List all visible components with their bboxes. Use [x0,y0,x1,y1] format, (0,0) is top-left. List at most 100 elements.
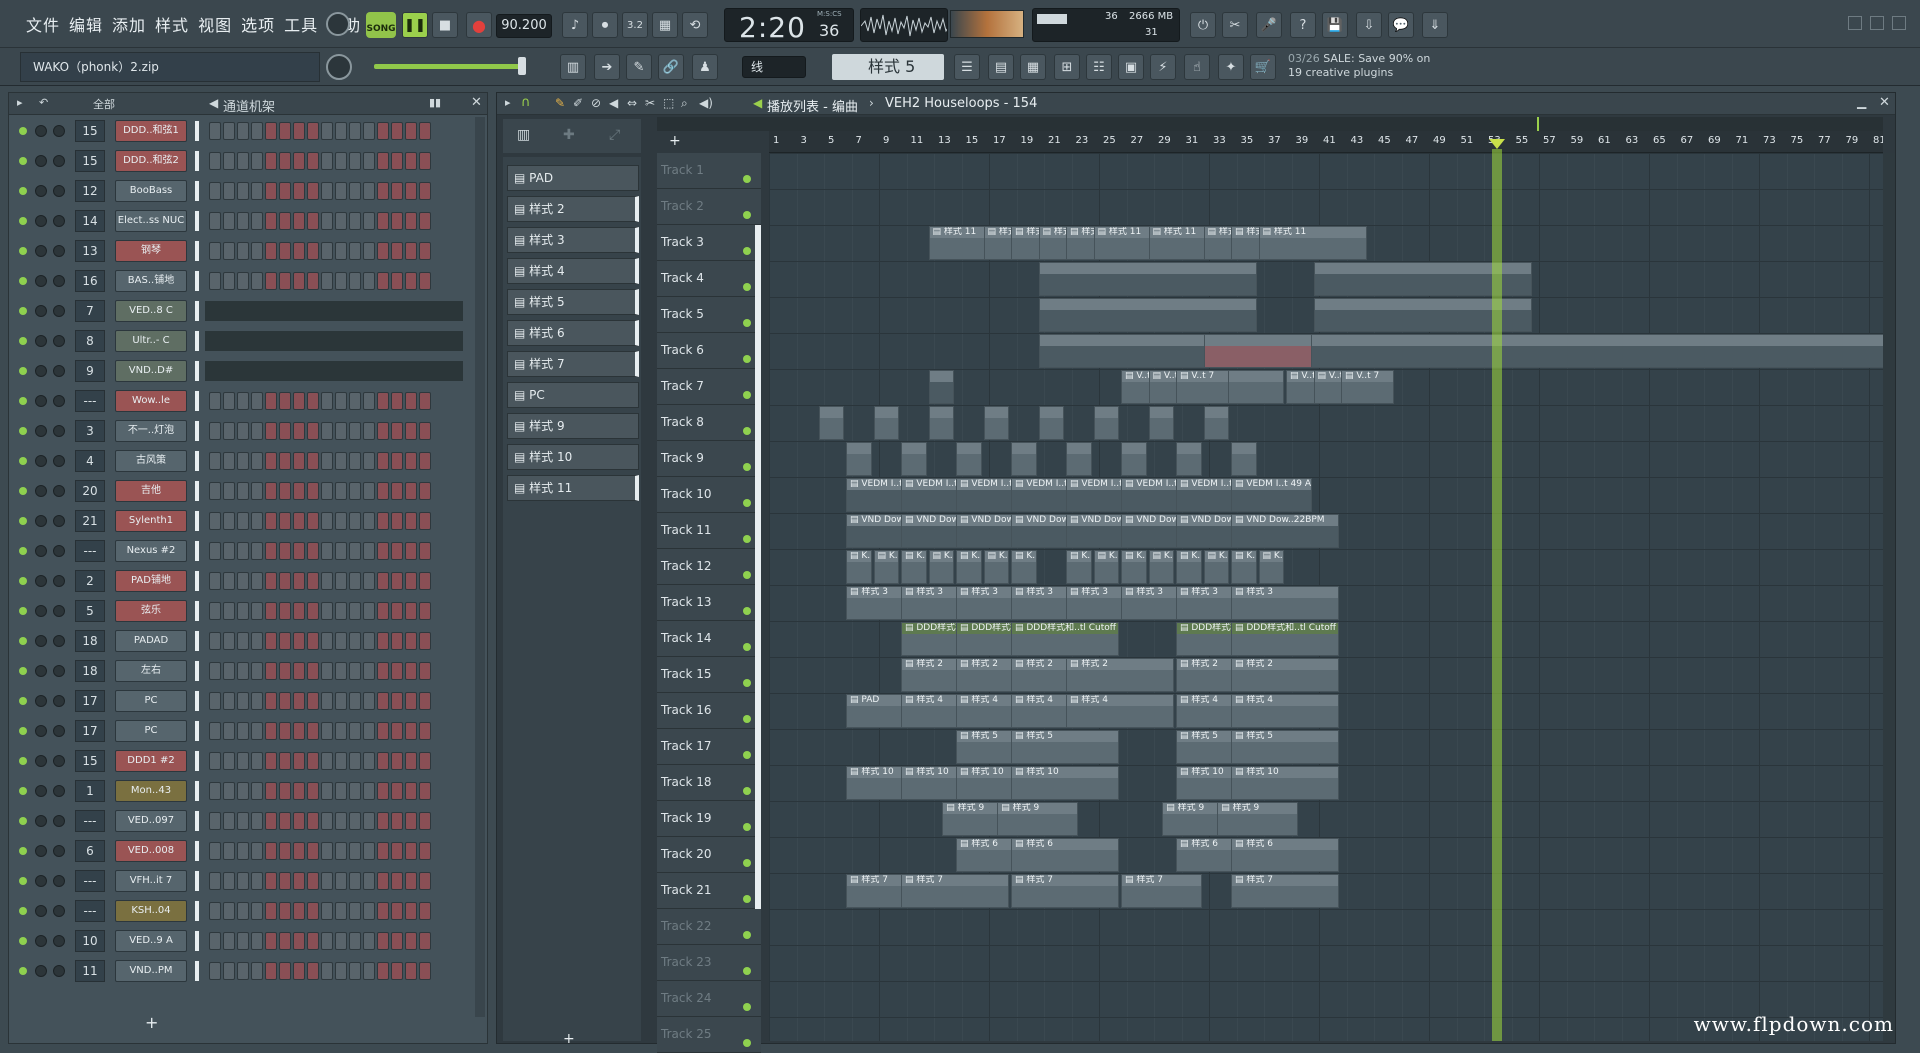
save-icon[interactable]: 💾 [1322,12,1348,38]
channel-row[interactable]: 15DDD..和弦2 [9,149,477,173]
step-button[interactable] [223,182,235,200]
step-button[interactable] [209,722,221,740]
playlist-clip[interactable]: ▤ 样式 5 [1231,730,1339,764]
step-button[interactable] [237,422,249,440]
step-button[interactable] [307,242,319,260]
step-button[interactable] [265,812,277,830]
channel-pan-knob[interactable] [53,605,65,617]
channel-select-indicator[interactable] [195,631,199,651]
step-button[interactable] [223,902,235,920]
step-button[interactable] [251,872,263,890]
channel-pan-knob[interactable] [53,185,65,197]
countdown-icon[interactable]: 3.2 [622,12,648,38]
step-button[interactable] [377,872,389,890]
track-mute-led[interactable] [743,607,751,615]
step-button[interactable] [405,272,417,290]
step-button[interactable] [419,842,431,860]
playlist-minimize-icon[interactable]: ▁ [1857,95,1866,109]
playlist-clip[interactable]: ▤ VEDM I..t 49 A [1231,478,1312,512]
channel-row[interactable]: ---KSH..04 [9,899,477,923]
step-button[interactable] [363,842,375,860]
channel-mixer-track[interactable]: --- [75,540,105,562]
channel-name-button[interactable]: DDD..和弦2 [115,150,187,172]
stamp-icon[interactable]: ♟ [692,54,718,80]
step-button[interactable] [405,242,417,260]
step-button[interactable] [391,932,403,950]
track-header[interactable]: Track 2 [657,189,761,225]
step-button[interactable] [391,542,403,560]
step-button[interactable] [419,902,431,920]
channel-row[interactable]: 14Elect..ss NUC [9,209,477,233]
step-button[interactable] [251,692,263,710]
track-mute-led[interactable] [743,751,751,759]
step-button[interactable] [377,722,389,740]
channel-select-indicator[interactable] [195,451,199,471]
step-button[interactable] [307,272,319,290]
step-button[interactable] [363,542,375,560]
step-button[interactable] [279,212,291,230]
step-button[interactable] [223,842,235,860]
step-button[interactable] [419,782,431,800]
panic-icon[interactable]: ⏻ [1190,12,1216,38]
channel-mute-led[interactable] [19,757,27,765]
playlist-clip[interactable] [929,370,955,404]
step-button[interactable] [349,812,361,830]
step-button[interactable] [405,842,417,860]
channel-mixer-track[interactable]: --- [75,390,105,412]
step-button[interactable] [293,212,305,230]
playlist-clip[interactable]: ▤ 样式 9 [1217,802,1298,836]
step-button[interactable] [223,962,235,980]
step-button[interactable] [293,782,305,800]
playlist-clip[interactable]: ▤ 样式 10 [1011,766,1119,800]
channel-name-button[interactable]: VED..008 [115,840,187,862]
step-button[interactable] [405,752,417,770]
step-button[interactable] [209,272,221,290]
track-header[interactable]: Track 3 [657,225,761,261]
step-button[interactable] [377,572,389,590]
channel-pan-knob[interactable] [53,275,65,287]
channel-row[interactable]: 15DDD..和弦1 [9,119,477,143]
channel-name-button[interactable]: VFH..it 7 [115,870,187,892]
channel-name-button[interactable]: VND..PM [115,960,187,982]
channel-pan-knob[interactable] [53,545,65,557]
add-pattern-button[interactable]: + [563,1031,575,1047]
channel-mute-led[interactable] [19,337,27,345]
close-window-icon[interactable] [1892,16,1906,30]
step-button[interactable] [209,212,221,230]
step-button[interactable] [377,932,389,950]
step-button[interactable] [237,452,249,470]
step-button[interactable] [363,692,375,710]
channel-pan-knob[interactable] [53,815,65,827]
step-button[interactable] [391,572,403,590]
step-button[interactable] [363,122,375,140]
track-header[interactable]: Track 22 [657,909,761,945]
step-button[interactable] [293,632,305,650]
draw-tool-icon[interactable]: ✎ [555,96,565,110]
channel-select-indicator[interactable] [195,301,199,321]
channel-mixer-track[interactable]: 3 [75,420,105,442]
step-button[interactable] [223,752,235,770]
channel-mute-led[interactable] [19,877,27,885]
channel-name-button[interactable]: 古风策 [115,450,187,472]
track-mute-led[interactable] [743,679,751,687]
channel-volume-knob[interactable] [35,815,47,827]
playlist-menu-arrow-icon[interactable]: ▸ [505,96,511,109]
step-button[interactable] [279,722,291,740]
step-button[interactable] [265,122,277,140]
step-button[interactable] [307,392,319,410]
channel-name-button[interactable]: VND..D# [115,360,187,382]
track-header[interactable]: Track 8 [657,405,761,441]
channel-volume-knob[interactable] [35,785,47,797]
channel-mini-piano-roll[interactable] [205,331,463,351]
step-button[interactable] [391,842,403,860]
record-button[interactable]: ● [466,12,492,38]
step-button[interactable] [335,122,347,140]
step-button[interactable] [223,632,235,650]
step-button[interactable] [377,212,389,230]
step-button[interactable] [321,152,333,170]
track-mute-led[interactable] [743,499,751,507]
step-button[interactable] [391,902,403,920]
step-button[interactable] [419,632,431,650]
playlist-clip[interactable] [1039,262,1257,296]
step-button[interactable] [209,872,221,890]
